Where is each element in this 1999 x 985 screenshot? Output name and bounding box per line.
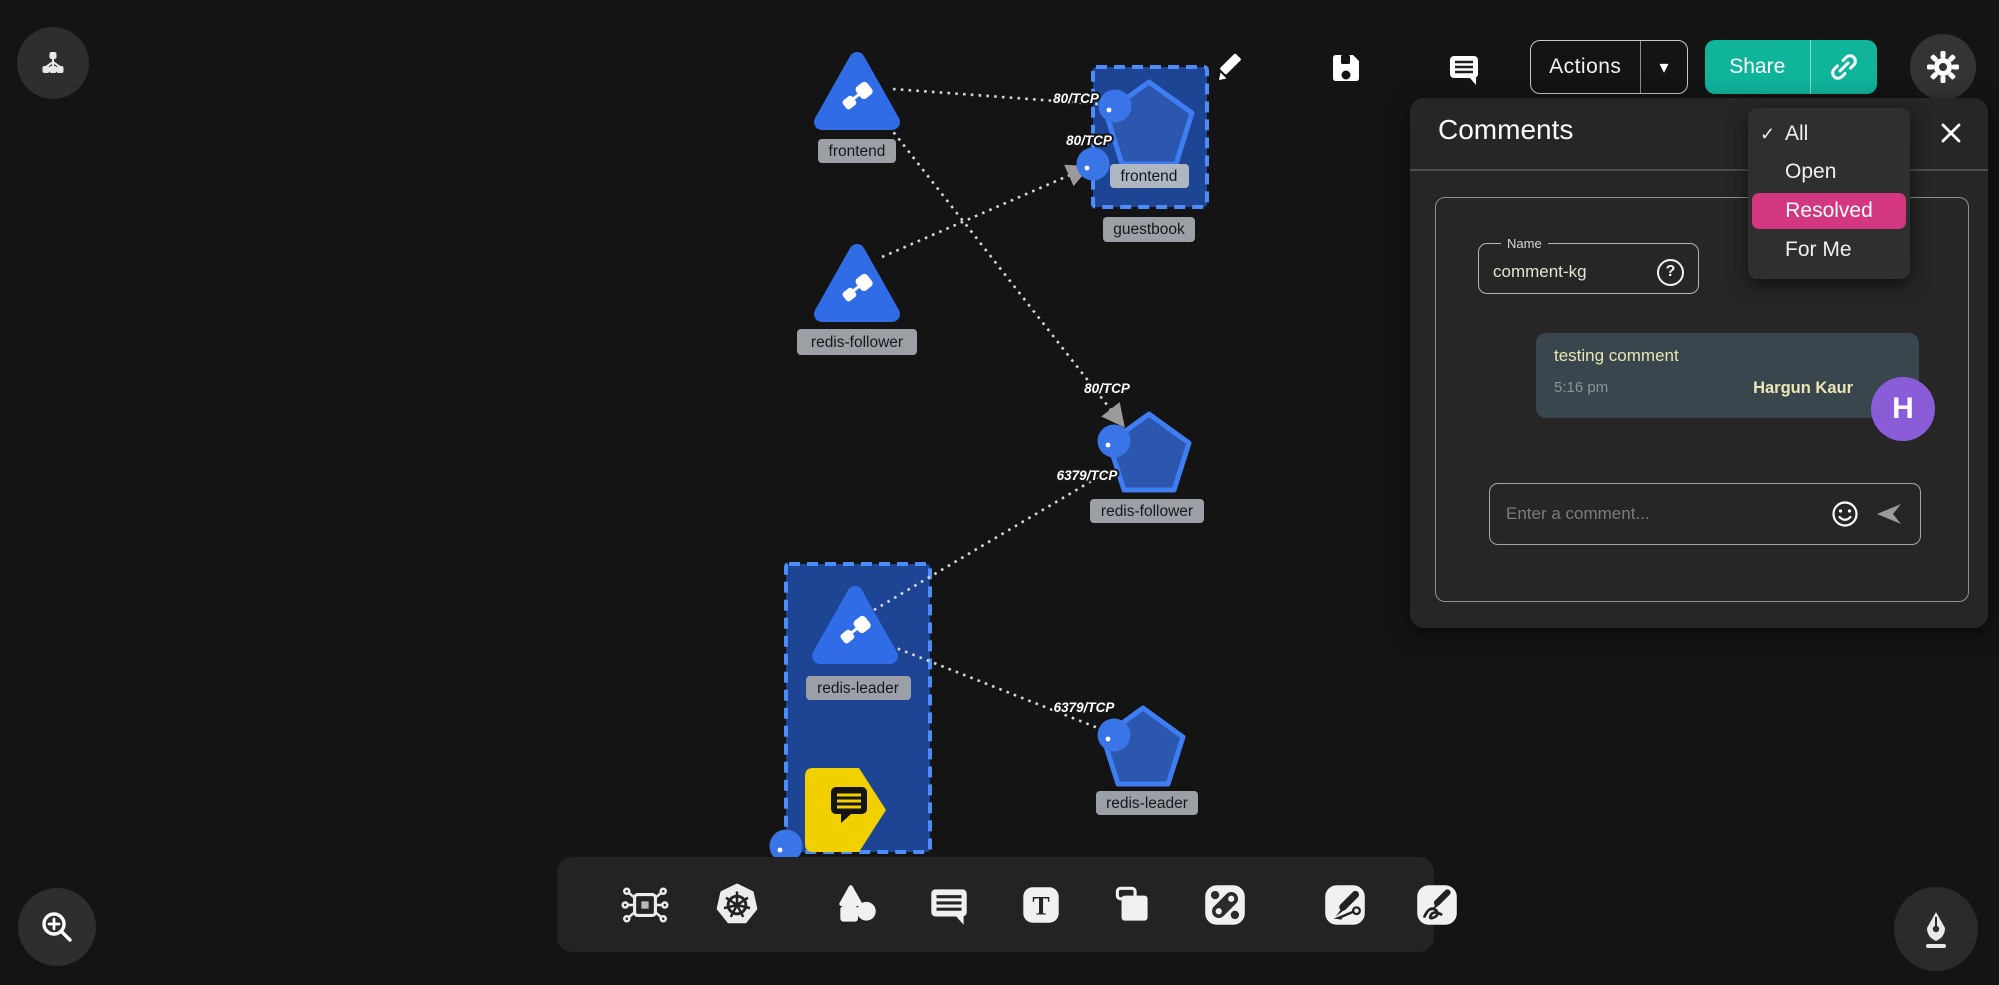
send-icon[interactable]	[1874, 501, 1904, 527]
comment-icon	[1444, 48, 1484, 88]
pen-mode-button[interactable]	[1894, 887, 1978, 971]
copy-link-icon[interactable]	[1811, 40, 1877, 94]
frame-icon	[1108, 880, 1158, 930]
share-label: Share	[1705, 40, 1810, 94]
pen-arrow-tool-button[interactable]	[1320, 880, 1370, 930]
zoom-button[interactable]	[18, 888, 96, 966]
group-label-guestbook: guestbook	[1103, 217, 1195, 242]
svg-text:guestbook: guestbook	[1113, 221, 1185, 238]
comment-time: 5:16 pm	[1554, 379, 1608, 398]
comment-input[interactable]	[1506, 504, 1816, 524]
comment-bubble[interactable]: testing comment 5:16 pm Hargun Kaur H	[1536, 333, 1919, 418]
node-label-redis-follower-pentagon: redis-follower	[1090, 499, 1204, 523]
comment-name-field[interactable]: Name comment-kg ?	[1478, 236, 1699, 294]
chain-link-icon	[1200, 880, 1250, 930]
check-icon: ✓	[1760, 124, 1775, 145]
svg-text:redis-leader: redis-leader	[817, 680, 899, 697]
svg-text:frontend: frontend	[1121, 168, 1178, 185]
hierarchy-view-button[interactable]	[17, 27, 89, 99]
node-label-redis-leader-pentagon: redis-leader	[1096, 791, 1198, 815]
close-panel-button[interactable]	[1934, 116, 1968, 150]
kubernetes-tool-button[interactable]	[712, 880, 762, 930]
edge-label: 80/TCP	[1053, 91, 1100, 106]
kubernetes-icon	[712, 880, 762, 930]
edit-button[interactable]	[1208, 43, 1256, 91]
cluster-tool-button[interactable]	[620, 880, 670, 930]
pen-arrow-icon	[1320, 880, 1370, 930]
save-button[interactable]	[1322, 44, 1370, 92]
node-triangle-redis-follower[interactable]	[822, 252, 892, 314]
svg-text:T: T	[1032, 891, 1049, 920]
node-label-frontend-pentagon: frontend	[1110, 164, 1189, 188]
comments-panel: Comments Name comment-kg ? testing comme…	[1410, 98, 1988, 628]
edge-label: 6379/TCP	[1057, 468, 1119, 483]
edge-redis-leader-to-redis-follower[interactable]	[874, 473, 1105, 610]
comment-name-value: comment-kg	[1493, 262, 1657, 282]
node-label-frontend-triangle: frontend	[818, 139, 896, 163]
filter-item-open[interactable]: Open	[1748, 153, 1910, 191]
pencil-icon	[1212, 47, 1252, 87]
comments-toggle-button[interactable]	[1440, 44, 1488, 92]
edge-label: 6379/TCP	[1054, 700, 1116, 715]
comment-author: Hargun Kaur	[1753, 379, 1853, 398]
draw-tool-button[interactable]	[1412, 880, 1462, 930]
node-triangle-frontend[interactable]	[822, 60, 892, 122]
shape-toolbar: T	[557, 857, 1434, 952]
svg-text:redis-follower: redis-follower	[1101, 503, 1193, 520]
settings-button[interactable]	[1910, 34, 1976, 100]
edge-label: 80/TCP	[1066, 133, 1113, 148]
comment-tool-button[interactable]	[924, 880, 974, 930]
node-label-redis-leader-triangle: redis-leader	[806, 676, 911, 700]
avatar[interactable]: H	[1871, 377, 1935, 441]
comment-text: testing comment	[1554, 346, 1901, 366]
shapes-tool-button[interactable]	[832, 880, 882, 930]
tree-icon	[36, 46, 70, 80]
edge-redis-follower-to-guestbook[interactable]	[882, 168, 1086, 257]
svg-text:frontend: frontend	[829, 143, 886, 160]
zoom-in-icon	[35, 905, 79, 949]
filter-item-all[interactable]: ✓ All	[1748, 115, 1910, 153]
comment-icon	[924, 880, 974, 930]
gear-icon	[1924, 48, 1962, 86]
node-label-redis-follower-triangle: redis-follower	[797, 329, 917, 355]
text-tool-button[interactable]: T	[1016, 880, 1066, 930]
close-icon	[1938, 120, 1964, 146]
actions-label: Actions	[1531, 41, 1640, 93]
comment-filter-menu: ✓ All Open Resolved For Me	[1748, 108, 1910, 279]
filter-item-resolved[interactable]: Resolved	[1752, 193, 1906, 229]
actions-button[interactable]: Actions ▾	[1530, 40, 1688, 94]
share-button[interactable]: Share	[1705, 40, 1877, 94]
svg-text:redis-follower: redis-follower	[811, 334, 903, 351]
help-icon[interactable]: ?	[1657, 259, 1684, 286]
shapes-icon	[832, 880, 882, 930]
circuit-icon	[620, 880, 670, 930]
frame-tool-button[interactable]	[1108, 880, 1158, 930]
name-field-label: Name	[1501, 236, 1548, 251]
pen-nib-icon	[1913, 906, 1959, 952]
edge-label: 80/TCP	[1084, 381, 1131, 396]
svg-text:redis-leader: redis-leader	[1106, 795, 1188, 812]
comment-input-wrapper	[1489, 483, 1921, 545]
text-icon: T	[1016, 880, 1066, 930]
save-icon	[1326, 48, 1366, 88]
app-canvas: 80/TCP 80/TCP 80/TCP 6379/TCP 6379/TCP f…	[0, 0, 1999, 985]
chevron-down-icon[interactable]: ▾	[1641, 41, 1687, 93]
pencil-scribble-icon	[1412, 880, 1462, 930]
connection-tool-button[interactable]	[1200, 880, 1250, 930]
emoji-icon[interactable]	[1830, 499, 1860, 529]
filter-item-for-me[interactable]: For Me	[1748, 231, 1910, 269]
panel-title: Comments	[1438, 114, 1573, 146]
